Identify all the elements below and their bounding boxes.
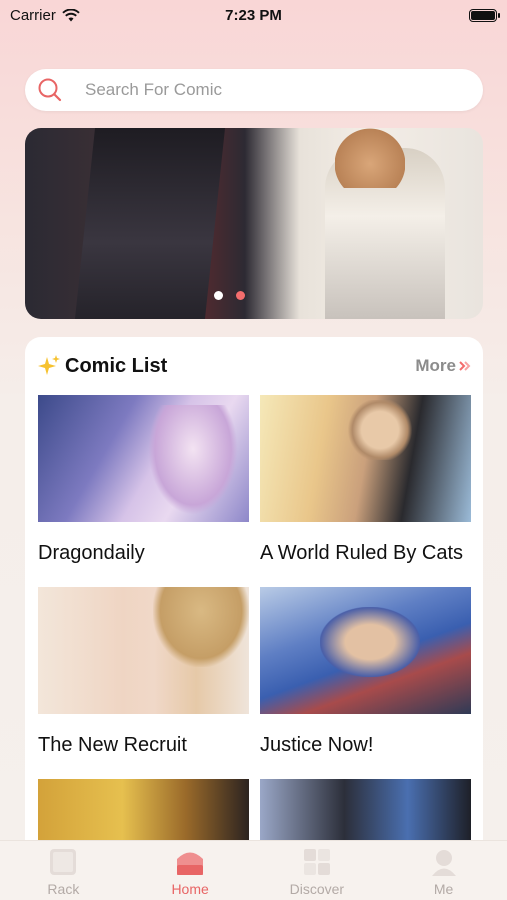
search-input[interactable] [85,80,445,100]
battery-icon [469,8,500,22]
tab-home[interactable]: Home [135,847,245,897]
tab-label: Discover [289,881,345,897]
comic-title[interactable]: The New Recruit [38,734,249,757]
search-icon [38,78,62,102]
tab-label: Rack [47,881,80,897]
tab-me[interactable]: Me [389,847,499,897]
comic-list-card: Comic List More Dragondaily A World Rule… [25,337,483,857]
more-button[interactable]: More [415,356,471,376]
tab-bar: Rack Home Discover Me [0,840,507,900]
comic-cover[interactable] [38,395,249,522]
sparkle-icon [38,355,60,375]
comic-list-header: Comic List More [37,351,471,381]
comic-cover[interactable] [260,395,471,522]
wifi-icon [62,8,80,21]
more-label: More [415,356,456,375]
banner-art-hair [335,128,405,188]
comic-card[interactable]: Dragondaily [38,395,249,565]
banner-art-figure-left [74,128,226,319]
book-icon [47,847,79,877]
status-bar: Carrier 7:23 PM [0,0,507,30]
comic-title[interactable]: Justice Now! [260,734,471,757]
search-bar[interactable] [25,69,483,111]
tab-discover[interactable]: Discover [262,847,372,897]
carousel-dot[interactable] [214,291,223,300]
carousel-dot-active[interactable] [236,291,245,300]
comic-card[interactable]: The New Recruit [38,587,249,757]
comic-title[interactable]: Dragondaily [38,542,249,565]
comic-card[interactable]: Justice Now! [260,587,471,757]
tab-label: Me [433,881,454,897]
grid-icon [301,847,333,877]
comic-title[interactable]: A World Ruled By Cats [260,542,471,565]
carousel-dots [214,291,245,300]
comic-cover[interactable] [38,587,249,714]
comic-cover[interactable] [260,587,471,714]
tab-rack[interactable]: Rack [8,847,118,897]
banner-carousel[interactable] [25,128,483,319]
status-left: Carrier [10,7,80,24]
home-icon [174,847,206,877]
double-chevron-right-icon [459,361,471,371]
comic-list-title-wrap: Comic List [37,354,167,378]
carrier-label: Carrier [10,6,56,24]
comic-list-title: Comic List [65,354,168,377]
tab-label: Home [171,881,209,897]
user-icon [428,847,460,877]
comic-card[interactable]: A World Ruled By Cats [260,395,471,565]
